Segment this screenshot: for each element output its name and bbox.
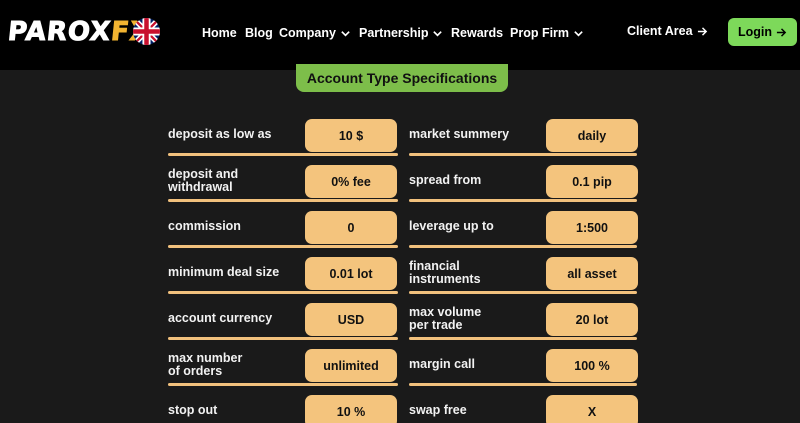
spec-underline bbox=[168, 337, 398, 340]
spec-value: daily bbox=[546, 119, 638, 152]
spec-label: financial instruments bbox=[409, 259, 481, 286]
spec-label: commission bbox=[168, 219, 241, 233]
spec-label: stop out bbox=[168, 403, 218, 417]
spec-row: margin call 100 % bbox=[409, 349, 638, 386]
spec-value: 0 bbox=[305, 211, 397, 244]
spec-underline bbox=[409, 245, 637, 248]
spec-label: leverage up to bbox=[409, 219, 494, 233]
spec-row: financial instruments all asset bbox=[409, 257, 638, 294]
spec-value: 10 $ bbox=[305, 119, 397, 152]
spec-value: 0% fee bbox=[305, 165, 397, 198]
nav-blog[interactable]: Blog bbox=[245, 26, 273, 40]
chevron-down-icon bbox=[341, 30, 350, 37]
spec-value: 0.1 pip bbox=[546, 165, 638, 198]
logo-text: PAROXFX bbox=[6, 17, 153, 48]
uk-flag-icon[interactable] bbox=[133, 18, 160, 45]
spec-underline bbox=[409, 199, 637, 202]
spec-value: X bbox=[546, 395, 638, 423]
spec-underline bbox=[168, 291, 398, 294]
spec-label: deposit as low as bbox=[168, 127, 272, 141]
nav-home[interactable]: Home bbox=[202, 26, 237, 40]
site-header: PAROXFX Home Blog Company Partnership Re… bbox=[0, 0, 800, 70]
spec-value: 100 % bbox=[546, 349, 638, 382]
spec-row: account currency USD bbox=[168, 303, 398, 340]
spec-row: swap free X bbox=[409, 395, 638, 423]
nav-company[interactable]: Company bbox=[279, 26, 351, 40]
spec-row: leverage up to 1:500 bbox=[409, 211, 638, 248]
section-title: Account Type Specifications bbox=[296, 64, 508, 92]
spec-row: spread from 0.1 pip bbox=[409, 165, 638, 202]
spec-label: max number of orders bbox=[168, 351, 243, 378]
spec-underline bbox=[168, 153, 398, 156]
spec-label: account currency bbox=[168, 311, 273, 325]
spec-row: max number of orders unlimited bbox=[168, 349, 398, 386]
spec-value: USD bbox=[305, 303, 397, 336]
nav-rewards[interactable]: Rewards bbox=[451, 26, 503, 40]
spec-underline bbox=[168, 199, 398, 202]
spec-value: 10 % bbox=[305, 395, 397, 423]
login-button[interactable]: Login bbox=[728, 18, 797, 46]
client-area-link[interactable]: Client Area bbox=[627, 24, 708, 38]
arrow-right-icon bbox=[697, 26, 707, 36]
spec-underline bbox=[168, 383, 398, 386]
spec-underline bbox=[409, 291, 637, 294]
spec-label: market summery bbox=[409, 127, 510, 141]
chevron-down-icon bbox=[574, 30, 583, 37]
spec-underline bbox=[409, 337, 637, 340]
spec-underline bbox=[409, 383, 637, 386]
chevron-down-icon bbox=[433, 30, 443, 37]
spec-label: swap free bbox=[409, 403, 467, 417]
spec-label: max volume per trade bbox=[409, 305, 482, 332]
spec-label: spread from bbox=[409, 173, 482, 187]
nav-prop-firm[interactable]: Prop Firm bbox=[510, 26, 584, 40]
spec-value: 0.01 lot bbox=[305, 257, 397, 290]
spec-underline bbox=[168, 245, 398, 248]
spec-value: 1:500 bbox=[546, 211, 638, 244]
spec-row: deposit and withdrawal 0% fee bbox=[168, 165, 398, 202]
nav-partnership[interactable]: Partnership bbox=[359, 26, 443, 40]
spec-row: minimum deal size 0.01 lot bbox=[168, 257, 398, 294]
logo[interactable]: PAROXFX bbox=[6, 14, 153, 50]
spec-value: unlimited bbox=[305, 349, 397, 382]
spec-row: commission 0 bbox=[168, 211, 398, 248]
spec-row: max volume per trade 20 lot bbox=[409, 303, 638, 340]
spec-underline bbox=[409, 153, 637, 156]
spec-row: market summery daily bbox=[409, 119, 638, 156]
spec-row: stop out 10 % bbox=[168, 395, 398, 423]
spec-value: all asset bbox=[546, 257, 638, 290]
spec-value: 20 lot bbox=[546, 303, 638, 336]
spec-label: margin call bbox=[409, 357, 475, 371]
spec-label: minimum deal size bbox=[168, 265, 280, 279]
spec-label: deposit and withdrawal bbox=[168, 167, 239, 194]
spec-row: deposit as low as 10 $ bbox=[168, 119, 398, 156]
arrow-right-icon bbox=[776, 27, 787, 37]
